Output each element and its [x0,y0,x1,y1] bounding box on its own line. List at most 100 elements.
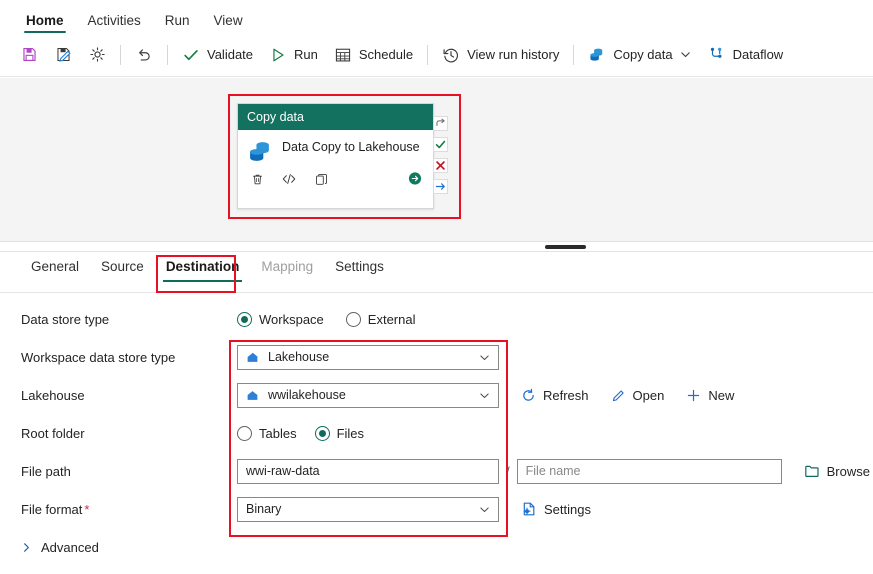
file-name-placeholder: File name [525,464,581,478]
view-run-history-button[interactable]: View run history [434,40,567,70]
destination-form: Data store type Workspace External Works… [0,300,873,528]
file-format-dropdown[interactable]: Binary [237,496,499,522]
radio-files-dot [314,425,330,441]
radio-files-label: Files [336,425,365,441]
duplicate-icon[interactable] [313,171,329,187]
pencil-icon [611,388,626,403]
browse-label: Browse [826,463,870,479]
tab-destination[interactable]: Destination [155,255,251,284]
file-name-input[interactable]: File name [516,458,782,484]
data-store-type-label: Data store type [21,311,110,327]
save-button[interactable] [12,40,46,70]
lakehouse-value: wwilakehouse [268,388,346,402]
browse-button[interactable]: Browse [798,461,873,481]
ribbon-tab-home[interactable]: Home [14,14,76,33]
on-completion-icon[interactable] [433,179,448,194]
radio-tables[interactable]: Tables [237,425,297,441]
lakehouse-control: wwilakehouse Refresh Open New [237,382,740,408]
file-path-control: wwi-raw-data / File name Browse [237,458,873,484]
on-failure-icon[interactable] [433,158,448,173]
chevron-down-icon [479,390,490,401]
copy-data-icon [247,138,274,165]
settings-button[interactable] [80,40,114,70]
activity-card-body: Data Copy to Lakehouse [238,130,433,165]
schedule-button[interactable]: Schedule [326,40,421,70]
splitter-grab-handle[interactable] [545,245,586,249]
properties-tab-bar: General Source Destination Mapping Setti… [0,255,873,293]
data-store-type-control: Workspace External [237,311,416,327]
pipeline-editor: Home Activities Run View Validate Run Sc… [0,0,873,574]
ribbon-tab-view[interactable]: View [202,14,255,33]
file-path-value: wwi-raw-data [246,464,320,478]
root-folder-control: Tables Files [237,425,365,441]
run-arrow-icon[interactable] [407,170,423,186]
settings-gear-icon [88,46,106,64]
undo-button[interactable] [127,40,161,70]
refresh-icon [521,388,536,403]
file-path-input[interactable]: wwi-raw-data [237,458,499,484]
ribbon-tab-run[interactable]: Run [153,14,202,33]
ribbon-tab-activities-label: Activities [87,13,141,28]
copy-data-button[interactable]: Copy data [580,40,699,70]
code-view-icon[interactable] [281,171,297,187]
workspace-data-store-type-label: Workspace data store type [21,349,176,365]
activity-connector-buttons [433,116,448,194]
panel-splitter[interactable] [0,242,873,252]
lakehouse-dropdown[interactable]: wwilakehouse [237,382,499,408]
file-format-value: Binary [246,502,282,516]
copy-data-icon [588,46,606,64]
on-success-icon[interactable] [433,137,448,152]
radio-tables-label: Tables [259,425,297,441]
ribbon-tab-view-label: View [213,13,243,28]
workspace-data-store-type-value: Lakehouse [268,350,330,364]
plus-icon [686,388,701,403]
file-format-label: File format * [21,502,89,517]
copy-data-label: Copy data [613,47,673,62]
new-label: New [708,387,735,403]
activity-card-header-label: Copy data [247,110,304,124]
radio-external-dot [345,311,361,327]
ribbon-tab-bar: Home Activities Run View [0,0,873,33]
folder-icon [804,463,820,479]
open-button[interactable]: Open [605,386,671,405]
row-workspace-data-store-type: Workspace data store type Lakehouse [0,338,873,376]
radio-files[interactable]: Files [314,425,365,441]
lakehouse-label: Lakehouse [21,387,85,403]
workspace-data-store-type-dropdown[interactable]: Lakehouse [237,344,499,370]
on-skip-icon[interactable] [433,116,448,131]
run-button[interactable]: Run [261,40,326,70]
tab-mapping: Mapping [250,255,324,284]
row-lakehouse: Lakehouse wwilakehouse Refresh Open New [0,376,873,414]
ribbon-tab-activities[interactable]: Activities [76,14,153,33]
tab-general[interactable]: General [20,255,90,284]
validate-label: Validate [207,47,254,62]
activity-card-header: Copy data [238,104,433,130]
chevron-down-icon [479,352,490,363]
dataflow-label: Dataflow [732,47,784,62]
file-format-settings-button[interactable]: Settings [515,499,597,519]
refresh-button[interactable]: Refresh [515,386,595,405]
chevron-right-icon [21,542,32,553]
radio-workspace[interactable]: Workspace [237,311,324,327]
file-format-label-text: File format [21,501,83,517]
save-icon [20,46,38,64]
new-button[interactable]: New [680,386,740,405]
tab-settings[interactable]: Settings [324,255,395,284]
dataflow-button[interactable]: Dataflow [700,40,792,70]
calendar-icon [334,46,352,64]
save-as-button[interactable] [46,40,80,70]
schedule-label: Schedule [358,47,414,62]
tab-source[interactable]: Source [90,255,155,284]
toolbar-divider-3 [427,44,429,65]
run-label: Run [294,47,318,62]
delete-icon[interactable] [249,171,265,187]
chevron-down-icon [680,46,692,64]
validate-button[interactable]: Validate [174,40,261,70]
chevron-down-icon [479,504,490,515]
radio-external[interactable]: External [345,311,416,327]
tab-destination-label: Destination [165,259,240,274]
copy-data-activity-card[interactable]: Copy data Data Copy to Lakehouse [237,103,434,209]
file-format-control: Binary Settings [237,496,597,522]
format-settings-icon [521,501,537,517]
advanced-section-toggle[interactable]: Advanced [21,540,99,555]
